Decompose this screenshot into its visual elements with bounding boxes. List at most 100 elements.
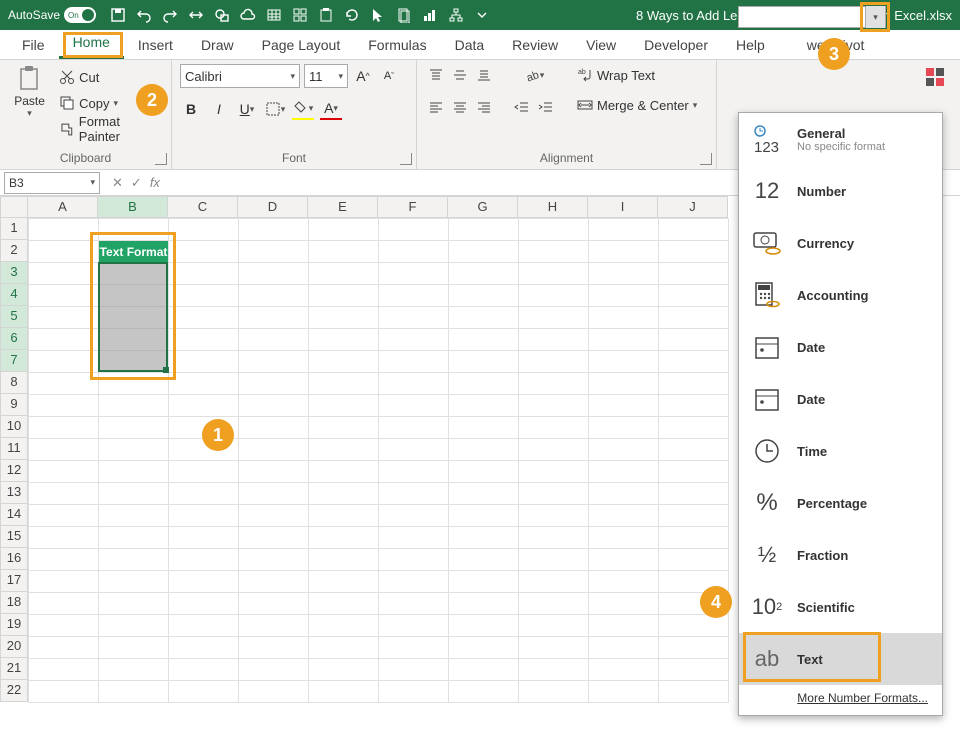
- cell[interactable]: [449, 593, 519, 615]
- cell[interactable]: [169, 285, 239, 307]
- cell[interactable]: [659, 241, 729, 263]
- cell[interactable]: [309, 505, 379, 527]
- format-time[interactable]: Time: [739, 425, 942, 477]
- format-accounting[interactable]: Accounting: [739, 269, 942, 321]
- cell[interactable]: [309, 307, 379, 329]
- row-header-1[interactable]: 1: [0, 218, 28, 240]
- cell[interactable]: [589, 307, 659, 329]
- cell[interactable]: [309, 483, 379, 505]
- row-header-17[interactable]: 17: [0, 570, 28, 592]
- cell[interactable]: [169, 593, 239, 615]
- cell[interactable]: [519, 527, 589, 549]
- cell[interactable]: [239, 329, 309, 351]
- cell[interactable]: [309, 439, 379, 461]
- number-format-input[interactable]: [739, 7, 865, 27]
- row-header-2[interactable]: 2: [0, 240, 28, 262]
- cell[interactable]: [379, 263, 449, 285]
- cell[interactable]: [449, 307, 519, 329]
- fx-icon[interactable]: fx: [150, 175, 160, 191]
- cell[interactable]: [589, 219, 659, 241]
- cell[interactable]: [519, 417, 589, 439]
- cell[interactable]: [519, 241, 589, 263]
- format-painter-button[interactable]: Format Painter: [59, 118, 163, 140]
- format-fraction[interactable]: ½ Fraction: [739, 529, 942, 581]
- row-header-15[interactable]: 15: [0, 526, 28, 548]
- row-header-20[interactable]: 20: [0, 636, 28, 658]
- cell[interactable]: [169, 241, 239, 263]
- number-format-select[interactable]: ▾: [738, 6, 886, 28]
- cell[interactable]: [309, 219, 379, 241]
- row-header-22[interactable]: 22: [0, 680, 28, 702]
- cell[interactable]: [29, 395, 99, 417]
- cell[interactable]: [169, 461, 239, 483]
- cell[interactable]: [659, 329, 729, 351]
- tab-draw[interactable]: Draw: [187, 31, 248, 59]
- enter-icon[interactable]: ✓: [131, 175, 142, 191]
- cell[interactable]: [239, 461, 309, 483]
- wrap-text-button[interactable]: ab Wrap Text: [577, 64, 697, 86]
- cell[interactable]: [379, 351, 449, 373]
- cell[interactable]: [99, 659, 169, 681]
- col-header-J[interactable]: J: [658, 196, 728, 218]
- format-number[interactable]: 12 Number: [739, 165, 942, 217]
- cell[interactable]: [519, 461, 589, 483]
- save-icon[interactable]: [110, 7, 126, 23]
- cell[interactable]: [29, 285, 99, 307]
- decrease-font-icon[interactable]: Aˇ: [378, 65, 400, 87]
- cell[interactable]: [99, 549, 169, 571]
- align-top-icon[interactable]: [425, 64, 447, 86]
- cell[interactable]: [239, 505, 309, 527]
- select-all-corner[interactable]: [0, 196, 28, 218]
- cell[interactable]: [659, 549, 729, 571]
- resize-icon[interactable]: [188, 7, 204, 23]
- cell[interactable]: [449, 527, 519, 549]
- cell[interactable]: [29, 351, 99, 373]
- font-name-select[interactable]: Calibri▾: [180, 64, 300, 88]
- cell[interactable]: [379, 527, 449, 549]
- cell[interactable]: [519, 373, 589, 395]
- cell[interactable]: [99, 219, 169, 241]
- cell[interactable]: [29, 263, 99, 285]
- cell[interactable]: [169, 615, 239, 637]
- cell[interactable]: [309, 373, 379, 395]
- cell[interactable]: [589, 593, 659, 615]
- tab-view[interactable]: View: [572, 31, 630, 59]
- cell[interactable]: [659, 659, 729, 681]
- cell[interactable]: [239, 285, 309, 307]
- cell[interactable]: [239, 373, 309, 395]
- cell[interactable]: [519, 439, 589, 461]
- table-icon[interactable]: [266, 7, 282, 23]
- cell[interactable]: [589, 461, 659, 483]
- cell[interactable]: [169, 373, 239, 395]
- cell[interactable]: [309, 285, 379, 307]
- format-long-date[interactable]: Date: [739, 373, 942, 425]
- cell[interactable]: [29, 439, 99, 461]
- cell[interactable]: [379, 637, 449, 659]
- font-color-button[interactable]: A▾: [320, 98, 342, 120]
- cell[interactable]: [239, 615, 309, 637]
- cell[interactable]: [169, 637, 239, 659]
- cell[interactable]: [169, 549, 239, 571]
- cell[interactable]: [239, 483, 309, 505]
- cell[interactable]: [519, 263, 589, 285]
- cloud-icon[interactable]: [240, 7, 256, 23]
- cell[interactable]: [449, 571, 519, 593]
- grid-icon[interactable]: [292, 7, 308, 23]
- cell[interactable]: [449, 373, 519, 395]
- cell[interactable]: [99, 593, 169, 615]
- cell[interactable]: [659, 439, 729, 461]
- cell[interactable]: [309, 593, 379, 615]
- decrease-indent-icon[interactable]: [511, 96, 533, 118]
- cell[interactable]: [379, 549, 449, 571]
- cell[interactable]: [99, 483, 169, 505]
- cell[interactable]: [449, 285, 519, 307]
- cell[interactable]: [589, 483, 659, 505]
- clipboard-icon[interactable]: [318, 7, 334, 23]
- conditional-formatting-icon[interactable]: [924, 66, 954, 96]
- cell[interactable]: [659, 219, 729, 241]
- cell[interactable]: [589, 417, 659, 439]
- cell[interactable]: [99, 439, 169, 461]
- cell[interactable]: [379, 505, 449, 527]
- cell[interactable]: [239, 527, 309, 549]
- cell[interactable]: [239, 219, 309, 241]
